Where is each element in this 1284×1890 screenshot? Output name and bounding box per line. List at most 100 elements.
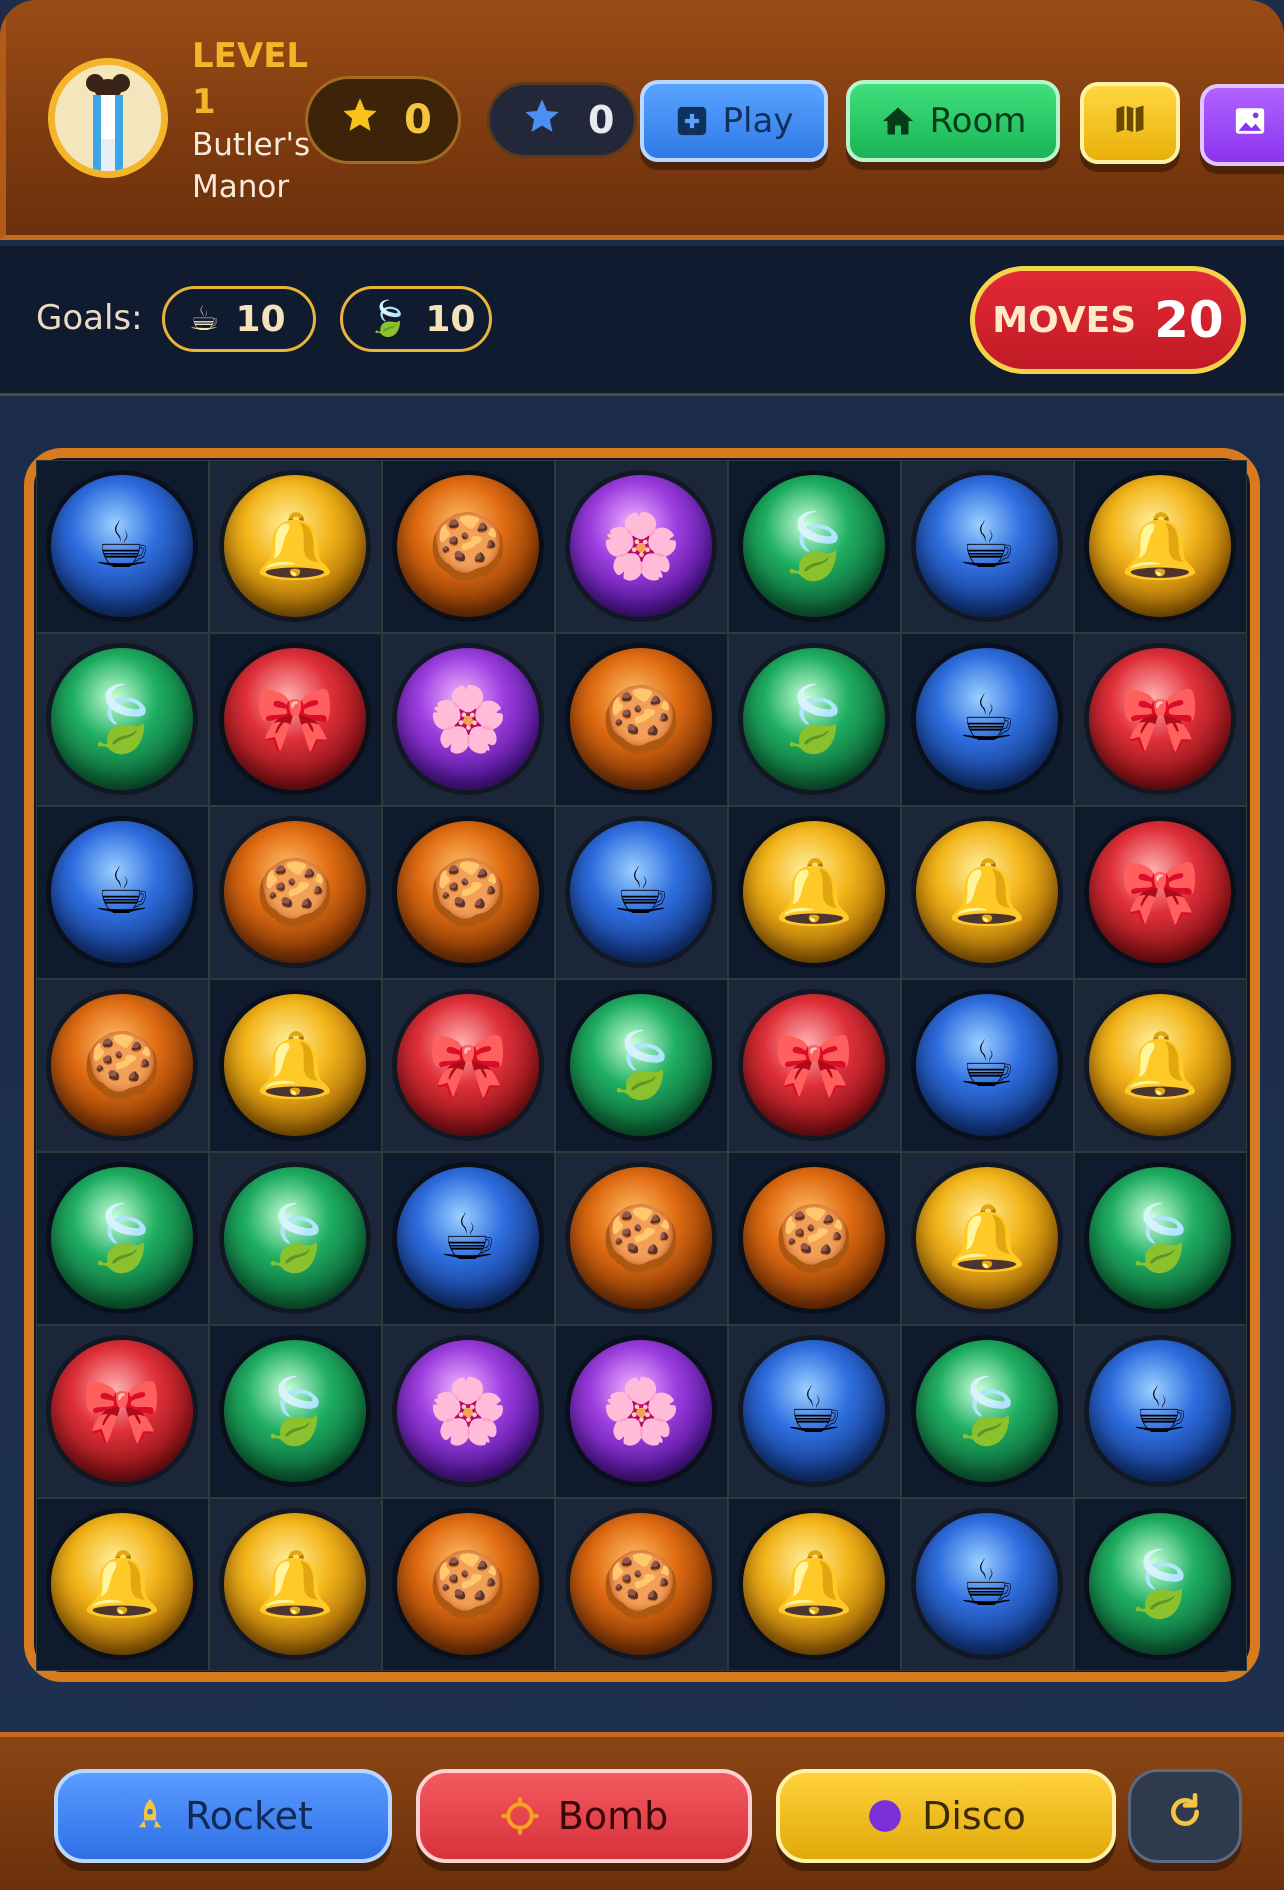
board-cell[interactable]: 🍪 <box>209 806 382 979</box>
board-cell[interactable]: 🍃 <box>1074 1152 1247 1325</box>
board-cell[interactable]: 🔔 <box>1074 460 1247 633</box>
board-cell[interactable]: 🍃 <box>1074 1498 1247 1671</box>
flower-tile[interactable]: 🌸 <box>570 1340 712 1482</box>
bow-tile[interactable]: 🎀 <box>51 1340 193 1482</box>
board-cell[interactable]: 🍃 <box>728 460 901 633</box>
cookie-tile[interactable]: 🍪 <box>397 1513 539 1655</box>
flower-tile[interactable]: 🌸 <box>397 648 539 790</box>
cookie-tile[interactable]: 🍪 <box>570 1513 712 1655</box>
flower-tile[interactable]: 🌸 <box>397 1340 539 1482</box>
board-cell[interactable]: 🌸 <box>555 460 728 633</box>
leaf-tile[interactable]: 🍃 <box>570 994 712 1136</box>
cookie-tile[interactable]: 🍪 <box>397 475 539 617</box>
player-avatar[interactable] <box>48 58 168 178</box>
board-cell[interactable]: 🔔 <box>1074 979 1247 1152</box>
board-cell[interactable]: 🔔 <box>209 979 382 1152</box>
board-cell[interactable]: 🎀 <box>382 979 555 1152</box>
flower-tile[interactable]: 🌸 <box>570 475 712 617</box>
bow-tile[interactable]: 🎀 <box>743 994 885 1136</box>
board-cell[interactable]: 🔔 <box>901 1152 1074 1325</box>
bow-tile[interactable]: 🎀 <box>224 648 366 790</box>
leaf-tile[interactable]: 🍃 <box>51 1167 193 1309</box>
board-cell[interactable]: 🍪 <box>555 633 728 806</box>
board-cell[interactable]: 🎀 <box>728 979 901 1152</box>
bell-tile[interactable]: 🔔 <box>916 821 1058 963</box>
leaf-tile[interactable]: 🍃 <box>743 648 885 790</box>
leaf-tile[interactable]: 🍃 <box>51 648 193 790</box>
board-cell[interactable]: ☕ <box>555 806 728 979</box>
coffee-tile[interactable]: ☕ <box>570 821 712 963</box>
leaf-tile[interactable]: 🍃 <box>1089 1513 1231 1655</box>
board-cell[interactable]: 🍪 <box>555 1152 728 1325</box>
board-cell[interactable]: 🍪 <box>36 979 209 1152</box>
cookie-tile[interactable]: 🍪 <box>743 1167 885 1309</box>
bell-tile[interactable]: 🔔 <box>916 1167 1058 1309</box>
leaf-tile[interactable]: 🍃 <box>916 1340 1058 1482</box>
board-cell[interactable]: ☕ <box>901 633 1074 806</box>
bell-tile[interactable]: 🔔 <box>224 1513 366 1655</box>
cookie-tile[interactable]: 🍪 <box>570 1167 712 1309</box>
leaf-tile[interactable]: 🍃 <box>743 475 885 617</box>
board-cell[interactable]: 🍪 <box>382 460 555 633</box>
bell-tile[interactable]: 🔔 <box>743 1513 885 1655</box>
map-button[interactable] <box>1080 82 1180 164</box>
room-button[interactable]: Room <box>846 80 1060 162</box>
board-cell[interactable]: 🔔 <box>728 806 901 979</box>
coffee-tile[interactable]: ☕ <box>1089 1340 1231 1482</box>
cookie-tile[interactable]: 🍪 <box>397 821 539 963</box>
coffee-tile[interactable]: ☕ <box>916 1513 1058 1655</box>
cookie-tile[interactable]: 🍪 <box>570 648 712 790</box>
gallery-button[interactable] <box>1200 84 1284 166</box>
leaf-tile[interactable]: 🍃 <box>224 1340 366 1482</box>
bomb-button[interactable]: Bomb <box>416 1769 752 1863</box>
board-cell[interactable]: 🎀 <box>209 633 382 806</box>
board-cell[interactable]: 🔔 <box>36 1498 209 1671</box>
board-cell[interactable]: ☕ <box>901 460 1074 633</box>
coffee-tile[interactable]: ☕ <box>51 475 193 617</box>
board-cell[interactable]: 🍃 <box>36 633 209 806</box>
leaf-tile[interactable]: 🍃 <box>224 1167 366 1309</box>
board-cell[interactable]: ☕ <box>901 1498 1074 1671</box>
leaf-tile[interactable]: 🍃 <box>1089 1167 1231 1309</box>
board-cell[interactable]: ☕ <box>1074 1325 1247 1498</box>
board-cell[interactable]: ☕ <box>36 460 209 633</box>
board-cell[interactable]: 🍪 <box>382 1498 555 1671</box>
cookie-tile[interactable]: 🍪 <box>224 821 366 963</box>
coffee-tile[interactable]: ☕ <box>916 648 1058 790</box>
board-cell[interactable]: 🌸 <box>555 1325 728 1498</box>
rocket-button[interactable]: Rocket <box>54 1769 392 1863</box>
coffee-tile[interactable]: ☕ <box>397 1167 539 1309</box>
board-cell[interactable]: 🎀 <box>1074 633 1247 806</box>
board-cell[interactable]: ☕ <box>901 979 1074 1152</box>
board-cell[interactable]: ☕ <box>382 1152 555 1325</box>
coffee-tile[interactable]: ☕ <box>916 994 1058 1136</box>
board-cell[interactable]: 🍃 <box>209 1152 382 1325</box>
board-cell[interactable]: 🔔 <box>901 806 1074 979</box>
board-cell[interactable]: 🌸 <box>382 633 555 806</box>
board-cell[interactable]: 🍃 <box>728 633 901 806</box>
board-cell[interactable]: 🔔 <box>209 1498 382 1671</box>
board-cell[interactable]: 🌸 <box>382 1325 555 1498</box>
bell-tile[interactable]: 🔔 <box>224 475 366 617</box>
board-cell[interactable]: 🍃 <box>209 1325 382 1498</box>
coffee-tile[interactable]: ☕ <box>916 475 1058 617</box>
bell-tile[interactable]: 🔔 <box>743 821 885 963</box>
board-cell[interactable]: 🔔 <box>728 1498 901 1671</box>
board-cell[interactable]: 🔔 <box>209 460 382 633</box>
board-cell[interactable]: 🍃 <box>555 979 728 1152</box>
bell-tile[interactable]: 🔔 <box>1089 475 1231 617</box>
board-cell[interactable]: ☕ <box>36 806 209 979</box>
board-cell[interactable]: ☕ <box>728 1325 901 1498</box>
bow-tile[interactable]: 🎀 <box>1089 648 1231 790</box>
bell-tile[interactable]: 🔔 <box>51 1513 193 1655</box>
play-button[interactable]: Play <box>640 80 828 162</box>
board-cell[interactable]: 🎀 <box>36 1325 209 1498</box>
board-cell[interactable]: 🍪 <box>555 1498 728 1671</box>
coffee-tile[interactable]: ☕ <box>743 1340 885 1482</box>
cookie-tile[interactable]: 🍪 <box>51 994 193 1136</box>
reshuffle-button[interactable] <box>1128 1769 1242 1863</box>
board-cell[interactable]: 🎀 <box>1074 806 1247 979</box>
disco-button[interactable]: Disco <box>776 1769 1116 1863</box>
bow-tile[interactable]: 🎀 <box>1089 821 1231 963</box>
board-cell[interactable]: 🍃 <box>36 1152 209 1325</box>
